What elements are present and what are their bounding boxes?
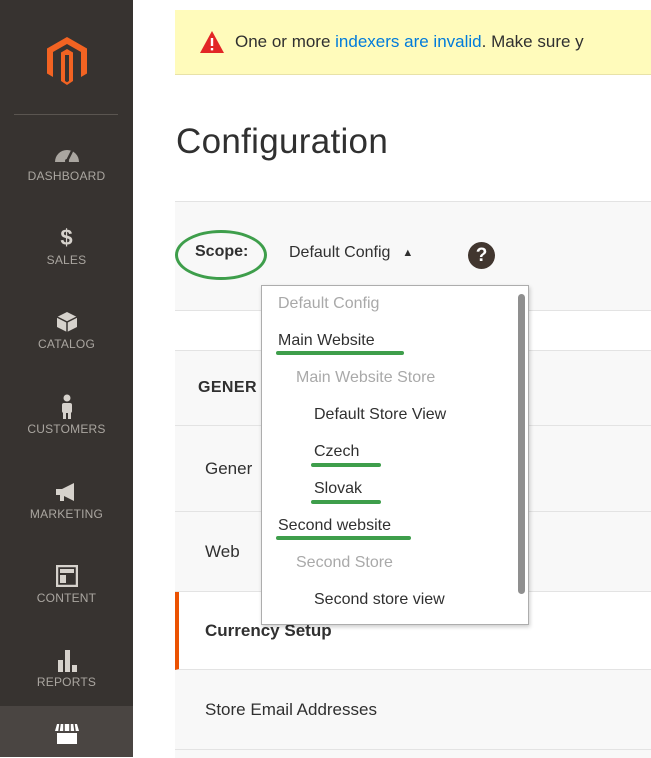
nav-reports[interactable]: REPORTS [0, 628, 133, 708]
nav-label: CATALOG [38, 337, 95, 351]
layout-icon [55, 563, 78, 589]
nav-label: SALES [46, 253, 87, 267]
store-icon [54, 720, 80, 746]
tab-label: Gener [205, 458, 253, 478]
nav-catalog[interactable]: CATALOG [0, 290, 133, 370]
notice-text-suffix: . Make sure y [481, 32, 584, 51]
tab-label: Web [205, 541, 240, 561]
nav-dashboard[interactable]: DASHBOARD [0, 122, 133, 202]
system-message-bar: One or more indexers are invalid . Make … [175, 10, 651, 75]
scope-option-default-store-view[interactable]: Default Store View [314, 406, 446, 424]
page-title: Configuration [176, 122, 389, 161]
tab-label: Store Email Addresses [205, 699, 377, 719]
bar-chart-icon [56, 647, 78, 673]
scope-option-second-store-view[interactable]: Second store view [314, 591, 445, 609]
speedometer-icon [54, 141, 80, 167]
nav-label: MARKETING [29, 507, 104, 521]
nav-label: REPORTS [36, 675, 97, 689]
warning-icon [199, 30, 225, 54]
scope-option-default-config: Default Config [278, 295, 380, 312]
magento-logo-icon [46, 37, 87, 85]
scope-option-second-website[interactable]: Second website [278, 517, 391, 535]
nav-label: CONTENT [36, 591, 97, 605]
notice-text-prefix: One or more [235, 32, 336, 51]
caret-up-icon: ▲ [402, 247, 414, 259]
nav-label: DASHBOARD [27, 169, 106, 183]
indexers-link[interactable]: indexers are invalid [335, 32, 481, 52]
nav-label: CUSTOMERS [27, 422, 106, 436]
admin-sidebar: DASHBOARD $ SALES CATALOG CUSTOMERS MARK… [0, 0, 133, 757]
dropdown-scrollbar[interactable] [518, 294, 525, 594]
scope-switcher-button[interactable]: Default Config ▲ [289, 244, 413, 262]
annotation-underline [311, 463, 381, 467]
nav-customers[interactable]: CUSTOMERS [0, 375, 133, 455]
scope-option-second-store: Second Store [296, 554, 393, 571]
nav-stores[interactable] [0, 706, 133, 757]
box-icon [56, 309, 78, 335]
scope-option-czech[interactable]: Czech [314, 443, 359, 461]
nav-marketing[interactable]: MARKETING [0, 460, 133, 540]
scope-value: Default Config [289, 244, 391, 261]
annotation-underline [276, 536, 411, 540]
megaphone-icon [54, 479, 80, 505]
scope-option-main-website[interactable]: Main Website [278, 332, 375, 350]
tab-store-email-addresses[interactable]: Store Email Addresses [175, 670, 651, 750]
annotation-underline [311, 500, 381, 504]
scope-option-main-website-store: Main Website Store [296, 369, 436, 386]
scope-option-slovak[interactable]: Slovak [314, 480, 362, 498]
annotation-underline [276, 351, 404, 355]
tab-group-title: GENER [198, 378, 257, 396]
nav-content[interactable]: CONTENT [0, 544, 133, 624]
magento-logo[interactable] [0, 10, 133, 112]
help-icon[interactable]: ? [468, 242, 495, 269]
dollar-icon: $ [60, 225, 73, 250]
sidebar-divider [14, 114, 118, 115]
person-icon [59, 394, 75, 420]
nav-sales[interactable]: $ SALES [0, 206, 133, 286]
scope-highlight-circle [175, 230, 267, 280]
